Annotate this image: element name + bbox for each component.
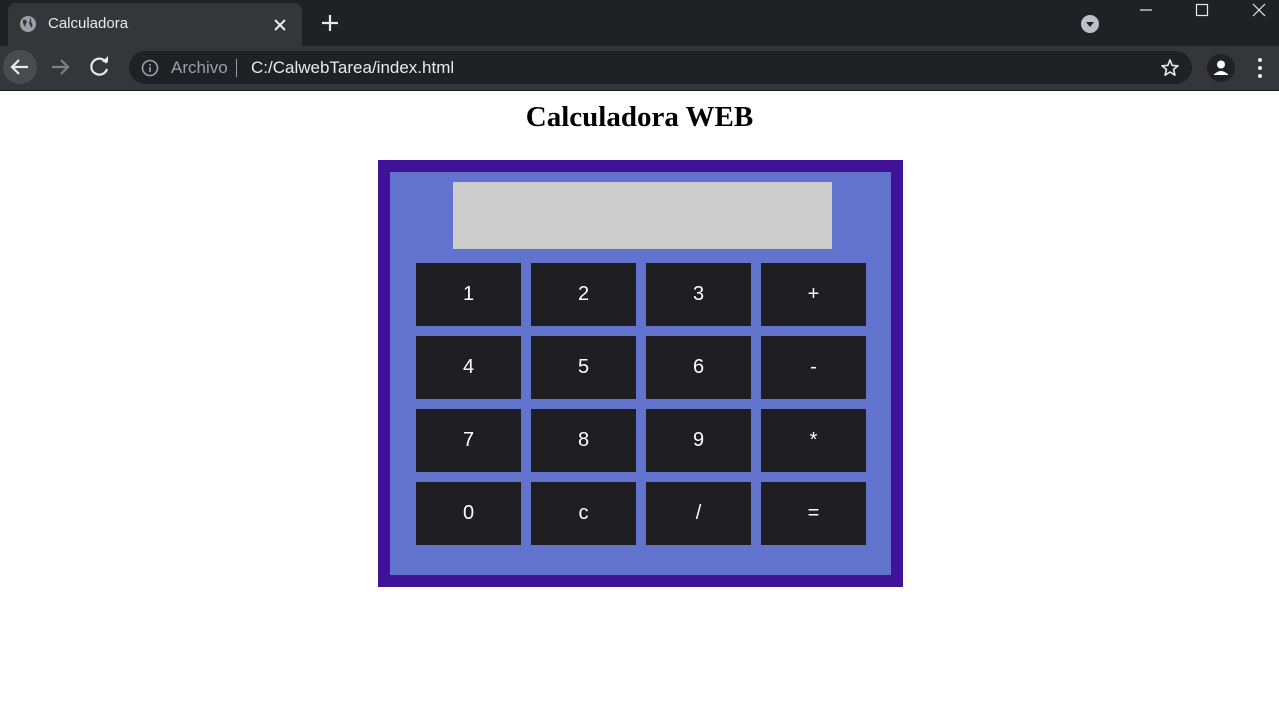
multiply-button[interactable]: * bbox=[761, 409, 866, 472]
minimize-icon[interactable] bbox=[1118, 0, 1174, 28]
browser-toolbar: Archivo C:/CalwebTarea/index.html bbox=[0, 46, 1279, 91]
digit-3-button[interactable]: 3 bbox=[646, 263, 751, 326]
page-title: Calculadora WEB bbox=[525, 101, 754, 133]
profile-avatar-icon[interactable] bbox=[1206, 53, 1236, 83]
digit-0-button[interactable]: 0 bbox=[416, 482, 521, 545]
digit-6-button[interactable]: 6 bbox=[646, 336, 751, 399]
minus-button[interactable]: - bbox=[761, 336, 866, 399]
digit-9-button[interactable]: 9 bbox=[646, 409, 751, 472]
new-tab-icon[interactable] bbox=[318, 11, 342, 35]
close-tab-icon[interactable] bbox=[270, 15, 290, 35]
digit-8-button[interactable]: 8 bbox=[531, 409, 636, 472]
back-arrow-icon[interactable] bbox=[3, 50, 37, 84]
divide-button[interactable]: / bbox=[646, 482, 751, 545]
forward-arrow-icon[interactable] bbox=[43, 50, 77, 84]
more-options-icon[interactable] bbox=[1248, 54, 1272, 82]
equals-button[interactable]: = bbox=[761, 482, 866, 545]
tab-title: Calculadora bbox=[48, 15, 129, 32]
digit-7-button[interactable]: 7 bbox=[416, 409, 521, 472]
url-separator bbox=[236, 59, 237, 77]
reload-icon[interactable] bbox=[83, 50, 117, 84]
globe-icon bbox=[20, 16, 36, 32]
digit-1-button[interactable]: 1 bbox=[416, 263, 521, 326]
address-bar[interactable]: Archivo C:/CalwebTarea/index.html bbox=[129, 51, 1192, 84]
clear-button[interactable]: c bbox=[531, 482, 636, 545]
site-info-label[interactable]: Archivo bbox=[171, 58, 228, 78]
tab-search-icon[interactable] bbox=[1080, 14, 1100, 34]
calculator: 1 2 3 +4 5 6- 7 8 9 * 0 c / = bbox=[378, 160, 903, 587]
digit-5-button[interactable]: 5 bbox=[531, 336, 636, 399]
close-window-icon[interactable] bbox=[1230, 0, 1279, 28]
digit-2-button[interactable]: 2 bbox=[531, 263, 636, 326]
bookmark-star-icon[interactable] bbox=[1160, 58, 1180, 78]
info-icon[interactable] bbox=[141, 59, 159, 77]
plus-button[interactable]: + bbox=[761, 263, 866, 326]
calculator-display[interactable] bbox=[453, 182, 832, 249]
browser-tab[interactable]: Calculadora bbox=[8, 3, 302, 46]
browser-titlebar: Calculadora bbox=[0, 0, 1279, 46]
digit-4-button[interactable]: 4 bbox=[416, 336, 521, 399]
url-text[interactable]: C:/CalwebTarea/index.html bbox=[251, 58, 454, 78]
maximize-icon[interactable] bbox=[1174, 0, 1230, 28]
